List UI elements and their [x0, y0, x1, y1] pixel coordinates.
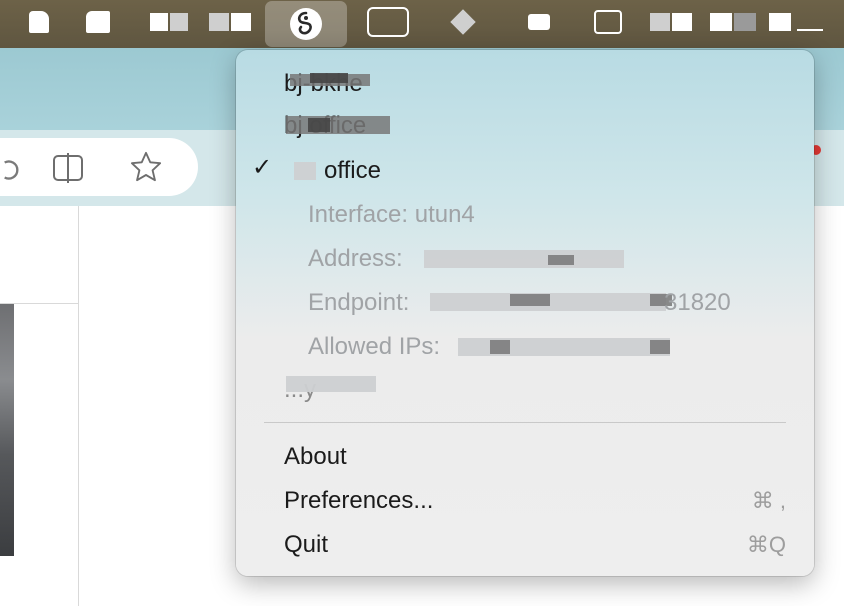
- split-view-icon[interactable]: [52, 152, 84, 184]
- menu-bar: [0, 0, 844, 48]
- address-label: Address:: [308, 245, 403, 272]
- address-pill[interactable]: [0, 138, 198, 196]
- interface-label: Interface: utun4: [308, 201, 475, 228]
- wireguard-icon[interactable]: [265, 1, 347, 47]
- status-icon-1[interactable]: [28, 10, 50, 34]
- menu-separator: [264, 422, 786, 423]
- preferences-shortcut: ⌘ ,: [751, 488, 786, 513]
- status-icon-11[interactable]: [708, 10, 758, 34]
- preferences-menu-item[interactable]: Preferences...: [284, 483, 433, 519]
- quit-shortcut: ⌘Q: [746, 532, 786, 557]
- star-icon[interactable]: [130, 151, 162, 183]
- wireguard-menu: bj-bkhe bj office ✓ office Interface: ut…: [236, 50, 814, 576]
- status-icon-12[interactable]: [766, 10, 826, 34]
- status-icon-7[interactable]: [450, 9, 476, 35]
- about-menu-item[interactable]: About: [284, 439, 347, 475]
- status-icon-6[interactable]: [366, 7, 410, 37]
- allowed-ips-label: Allowed IPs:: [308, 333, 441, 360]
- status-icon-4[interactable]: [208, 10, 252, 34]
- status-icon-2[interactable]: [84, 10, 112, 34]
- quit-menu-item[interactable]: Quit: [284, 527, 328, 563]
- checkmark-icon: ✓: [252, 154, 273, 181]
- reload-icon[interactable]: [0, 154, 26, 186]
- page-image: [0, 304, 14, 556]
- endpoint-port: 31820: [664, 289, 731, 316]
- status-icon-9[interactable]: [592, 10, 624, 34]
- status-icon-8[interactable]: [526, 10, 552, 34]
- status-icon-10[interactable]: [648, 10, 694, 34]
- status-icon-3[interactable]: [148, 10, 190, 34]
- endpoint-label: Endpoint:: [308, 289, 410, 316]
